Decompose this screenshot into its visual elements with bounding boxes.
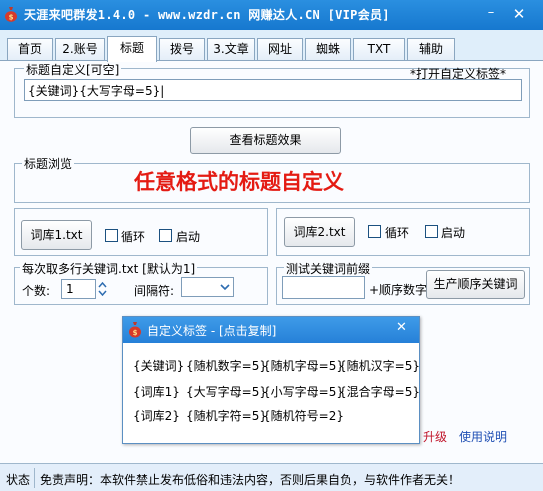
lib2-loop-checkbox[interactable] [368,225,381,238]
tag-random-symbols[interactable]: {随机符号=2} [263,407,344,424]
lib1-loop-label: 循环 [121,230,146,244]
money-bag-icon: $ [128,321,142,338]
count-label: 个数: [22,284,51,298]
tag-keyword[interactable]: {关键词} [133,357,184,374]
preview-title-button[interactable]: 查看标题效果 [190,127,341,154]
tag-lib1[interactable]: {词库1} [133,383,180,400]
close-window-button[interactable]: ✕ [508,5,530,23]
title-bar[interactable]: $ 天涯来吧群发1.4.0 - www.wzdr.cn 网赚达人.CN [VIP… [0,0,543,30]
lib2-start-checkbox[interactable] [425,225,438,238]
title-preview-text: 任意格式的标题自定义 [134,170,344,194]
count-stepper[interactable] [96,279,109,299]
custom-title-input[interactable]: {关键词}{大写字母=5}| [24,79,522,101]
lib2-start-label: 启动 [441,226,466,240]
tab-home[interactable]: 首页 [7,38,53,60]
tag-random-chars[interactable]: {随机字符=5} [186,407,267,424]
popup-title: 自定义标签 - [点击复制] [147,324,277,338]
status-divider [34,468,35,488]
tab-dialup[interactable]: 拨号 [159,38,205,60]
prefix-input[interactable] [282,276,365,299]
popup-close-button[interactable]: ✕ [396,320,407,335]
tab-articles[interactable]: 3.文章 [207,38,255,60]
tab-spider[interactable]: 蜘蛛 [305,38,351,60]
tab-txt[interactable]: TXT [353,38,405,60]
multi-keyword-legend: 每次取多行关键词.txt [默认为1] [20,260,198,277]
custom-title-legend: 标题自定义[可空] [24,61,122,78]
svg-text:$: $ [9,14,14,22]
tab-accounts[interactable]: 2.账号 [55,38,105,60]
lib1-start-label: 启动 [176,230,201,244]
order-digit-label: +顺序数字 [369,283,428,297]
money-bag-icon: $ [4,6,18,22]
prefix-test-legend: 测试关键词前缀 [284,260,373,277]
tab-urls[interactable]: 网址 [257,38,303,60]
svg-text:$: $ [133,329,138,337]
minimize-button[interactable]: – [484,6,498,22]
custom-tags-popup: $ 自定义标签 - [点击复制] ✕ {关键词} {随机数字=5} {随机字母=… [122,316,420,444]
tag-lowercase[interactable]: {小写字母=5} [263,383,344,400]
generate-keywords-button[interactable]: 生产顺序关键词 [426,270,525,299]
tag-random-hanzi[interactable]: {随机汉字=5} [339,357,420,374]
lib2-button[interactable]: 词库2.txt [284,217,355,247]
tag-uppercase[interactable]: {大写字母=5} [186,383,267,400]
status-bar: 状态 免责声明：本软件禁止发布低俗和违法内容，否则后果自负，与软件作者无关！ [0,463,543,491]
tag-lib2[interactable]: {词库2} [133,407,180,424]
tag-mixed-letters[interactable]: {混合字母=5} [339,383,420,400]
window-title: 天涯来吧群发1.4.0 - www.wzdr.cn 网赚达人.CN [VIP会员… [24,8,390,22]
lib1-button[interactable]: 词库1.txt [21,220,92,250]
status-label: 状态 [6,473,31,487]
help-link[interactable]: 使用说明 [459,428,507,445]
lib2-loop-label: 循环 [385,226,410,240]
lib1-loop-checkbox[interactable] [105,229,118,242]
tab-title[interactable]: 标题 [107,36,157,62]
tab-tools[interactable]: 辅助 [407,38,455,60]
popup-header: $ 自定义标签 - [点击复制] ✕ [123,317,419,343]
chevron-down-icon [220,284,230,291]
lib1-start-checkbox[interactable] [159,229,172,242]
upgrade-link[interactable]: 升级 [423,428,447,445]
tag-random-letters[interactable]: {随机字母=5} [263,357,344,374]
tag-random-digits[interactable]: {随机数字=5} [186,357,267,374]
separator-select[interactable] [181,277,234,297]
disclaimer-text: 免责声明：本软件禁止发布低俗和违法内容，否则后果自负，与软件作者无关！ [40,473,461,487]
separator-label: 间隔符: [134,284,175,298]
count-input[interactable]: 1 [61,279,96,299]
title-preview-legend: 标题浏览 [22,155,75,172]
